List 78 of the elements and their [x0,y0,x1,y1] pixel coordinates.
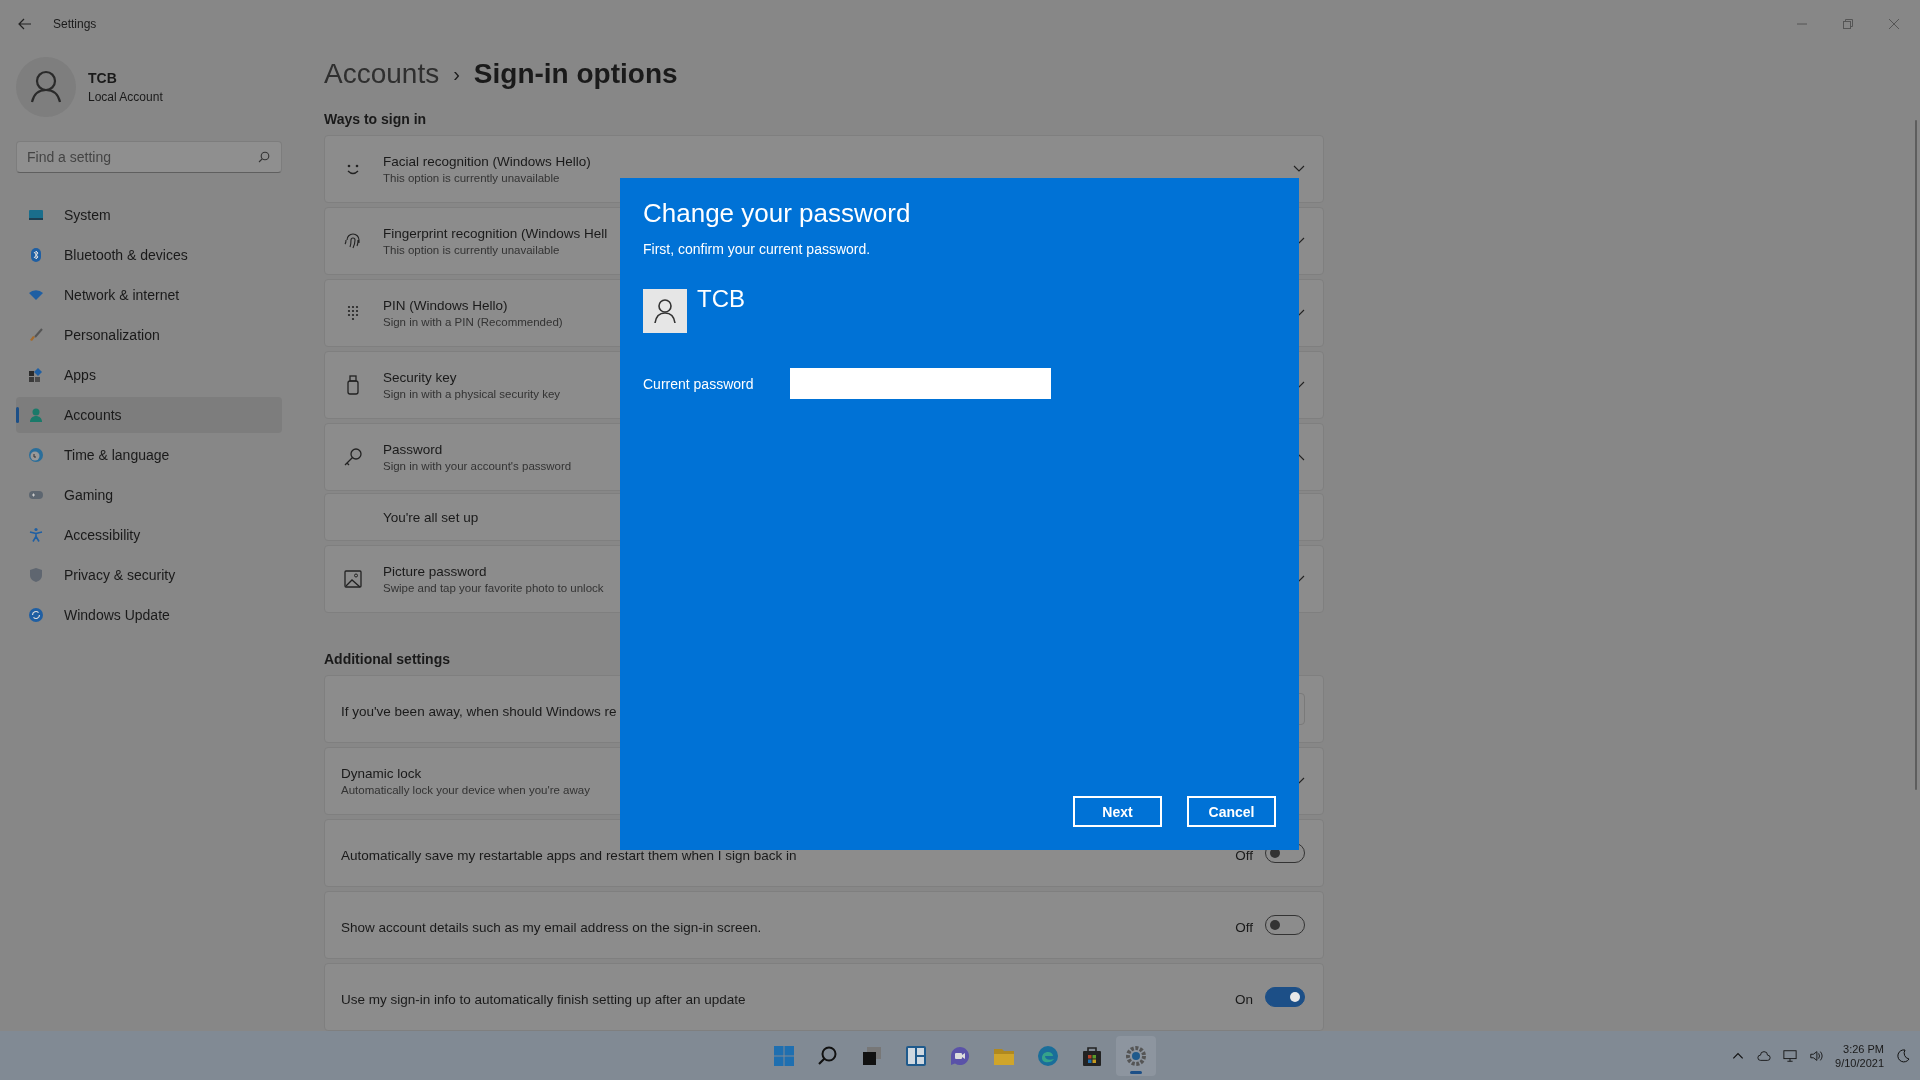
dialog-subtitle: First, confirm your current password. [643,241,872,257]
nav-item[interactable]: Privacy & security [16,557,282,593]
section-heading: Additional settings [324,651,451,667]
option-description: Sign in with your account's password [383,460,572,472]
browser-icon [1036,1043,1060,1068]
settings-icon [1124,1043,1148,1068]
chevron-icon[interactable] [1293,165,1305,173]
option-description: Sign in with a physical security key [383,388,561,400]
fingerprint-icon [343,231,363,251]
toggle-state: Off [1235,919,1253,935]
nav-item[interactable]: System [16,197,282,233]
status-text: You're all set up [383,509,479,525]
window-title: Settings [53,17,97,31]
setting-title: Dynamic lock [341,766,422,781]
nav-item[interactable]: Gaming [16,477,282,513]
page-title: Sign-in options [473,58,678,90]
nav-item[interactable]: Bluetooth & devices [16,237,282,273]
option-description: Sign in with a PIN (Recommended) [383,316,563,328]
profile-name: TCB [88,70,118,86]
option-title: Facial recognition (Windows Hello) [383,154,591,169]
option-title: Password [383,442,443,457]
scrollbar[interactable] [1915,120,1917,790]
update-icon [28,607,44,623]
breadcrumb-separator: › [453,62,460,86]
option-title: PIN (Windows Hello) [383,298,508,313]
monitor-icon [28,207,44,223]
widgets-icon [904,1043,928,1068]
taskbar-app-active[interactable] [1116,1035,1156,1076]
setting-label: Use my sign-in info to automatically finish setting up after an update [341,991,746,1007]
shield-icon [28,567,44,583]
setting-label: Automatically save my restartable apps and restart them when I sign back in [341,847,797,863]
option-title: Picture password [383,564,487,579]
wifi-icon [28,287,44,303]
brush-icon [28,327,44,343]
moon-icon[interactable] [1896,1048,1910,1063]
nav-item[interactable]: Personalization [16,317,282,353]
section-heading: Ways to sign in [324,111,428,127]
nav-item[interactable]: Accessibility [16,517,282,553]
speaker-icon[interactable] [1809,1048,1824,1063]
toggle-state: On [1235,991,1253,1007]
toggle-switch[interactable] [1265,987,1305,1007]
account-type: Local Account [88,90,163,104]
nav-item[interactable]: Network & internet [16,277,282,313]
option-title: Fingerprint recognition (Windows Hell [383,226,608,241]
cancel-button[interactable]: Cancel [1187,796,1276,827]
option-description: This option is currently unavailable [383,172,560,184]
back-arrow-icon[interactable] [18,18,32,30]
setting-label: If you've been away, when should Windows re [341,703,617,719]
password-field[interactable] [790,368,1051,399]
image-icon [343,569,363,589]
user-name: TCB [697,285,745,313]
avatar-icon [16,57,76,117]
next-button[interactable]: Next [1073,796,1162,827]
nav-item[interactable]: Accounts [16,397,282,433]
option-title: Security key [383,370,457,385]
user-avatar-icon [643,289,687,333]
globe-clock-icon [28,447,44,463]
field-label: Current password [643,375,755,392]
search-field[interactable]: Find a setting [16,141,282,173]
windows-logo-icon [772,1043,796,1068]
setting-label: Show account details such as my email address on the sign-in screen. [341,919,762,935]
monitor-icon[interactable] [1783,1048,1798,1063]
bluetooth-icon [28,247,44,263]
setting-description: Automatically lock your device when you're away [341,784,590,796]
cloud-icon[interactable] [1757,1048,1772,1063]
person-icon [28,407,44,423]
clock[interactable]: 3:26 PM 9/10/2021 [1835,1041,1884,1070]
nav-item[interactable]: Apps [16,357,282,393]
search-icon [258,151,270,163]
apps-icon [28,367,44,383]
key-icon [343,447,363,467]
accessibility-icon [28,527,44,543]
nav-item[interactable]: Time & language [16,437,282,473]
option-description: Swipe and tap your favorite photo to unlock [383,582,604,594]
option-description: This option is currently unavailable [383,244,560,256]
toggle-state: Off [1235,847,1253,863]
nav-item[interactable]: Windows Update [16,597,282,633]
breadcrumb-parent[interactable]: Accounts [324,58,440,90]
